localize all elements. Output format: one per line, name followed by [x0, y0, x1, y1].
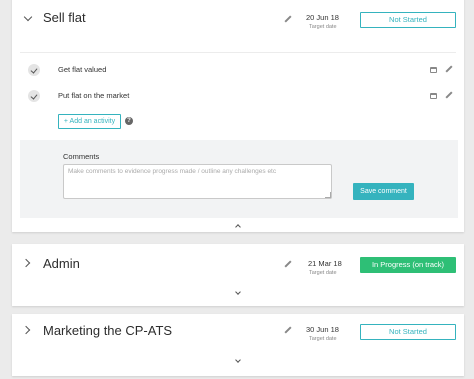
calendar-icon[interactable] — [430, 93, 437, 99]
comments-panel: Comments Make comments to evidence progr… — [20, 140, 458, 218]
expand-chevron-down-icon[interactable] — [235, 289, 241, 295]
activity-check-icon[interactable] — [28, 64, 40, 76]
target-date-label: Target date — [309, 270, 337, 276]
expand-chevron-icon[interactable] — [21, 325, 31, 335]
status-dropdown[interactable]: In Progress (on track) — [360, 257, 456, 273]
target-date-value[interactable]: 20 Jun 18 — [306, 13, 339, 22]
expand-chevron-down-icon[interactable] — [235, 357, 241, 363]
resize-grip-icon[interactable] — [325, 192, 331, 198]
goal-card-admin: Admin 21 Mar 18 Target date In Progress … — [12, 244, 464, 306]
target-date-value[interactable]: 21 Mar 18 — [308, 259, 342, 268]
goal-title: Sell flat — [43, 10, 86, 25]
edit-pencil-icon[interactable] — [284, 16, 292, 24]
comments-textarea[interactable]: Make comments to evidence progress made … — [63, 164, 332, 199]
goal-title: Marketing the CP-ATS — [43, 323, 173, 338]
goal-card-marketing: Marketing the CP-ATS 30 Jun 18 Target da… — [12, 314, 464, 376]
comments-label: Comments — [63, 152, 100, 161]
collapse-chevron-up-icon[interactable] — [235, 224, 241, 230]
activity-check-icon[interactable] — [28, 90, 40, 102]
edit-pencil-icon[interactable] — [445, 92, 453, 100]
target-date-label: Target date — [309, 336, 337, 342]
help-icon[interactable]: ? — [125, 117, 133, 125]
edit-pencil-icon[interactable] — [445, 66, 453, 74]
status-dropdown[interactable]: Not Started — [360, 324, 456, 340]
activity-label: Get flat valued — [58, 65, 107, 74]
target-date-label: Target date — [309, 24, 337, 30]
target-date-value[interactable]: 30 Jun 18 — [306, 325, 339, 334]
add-activity-button[interactable]: + Add an activity — [58, 114, 121, 129]
collapse-chevron-icon[interactable] — [23, 12, 33, 22]
expand-chevron-icon[interactable] — [21, 258, 31, 268]
activity-label: Put flat on the market — [58, 91, 130, 100]
goal-title: Admin — [43, 256, 80, 271]
calendar-icon[interactable] — [430, 67, 437, 73]
divider — [20, 52, 456, 53]
edit-pencil-icon[interactable] — [284, 327, 292, 335]
edit-pencil-icon[interactable] — [284, 261, 292, 269]
save-comment-button[interactable]: Save comment — [353, 183, 414, 200]
status-dropdown[interactable]: Not Started — [360, 12, 456, 28]
goal-card-sell-flat: Sell flat 20 Jun 18 Target date Not Star… — [12, 0, 464, 232]
